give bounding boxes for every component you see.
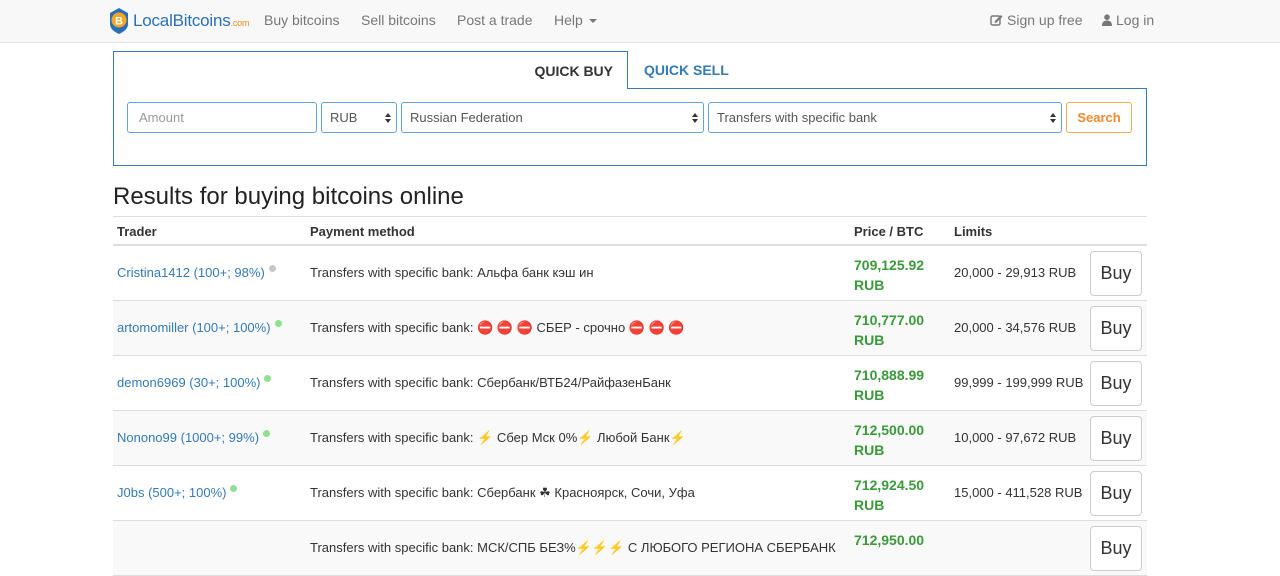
- payment-method-select-value: Transfers with specific bank: [717, 110, 877, 125]
- logo-wordmark: LocalBitcoins.com: [133, 11, 250, 30]
- trader-name: Cristina1412 (100+; 98%): [117, 265, 265, 280]
- trade-limits: 20,000 - 29,913 RUB: [954, 265, 1077, 280]
- trader-name: Nonono99 (1000+; 99%): [117, 430, 260, 445]
- header-limits: Limits: [954, 224, 993, 239]
- select-arrows-icon: [692, 113, 698, 123]
- price-per-btc: 712,500.00 RUB: [854, 420, 924, 460]
- buy-button[interactable]: Buy: [1090, 526, 1142, 571]
- user-icon: [1102, 14, 1112, 26]
- country-select-value: Russian Federation: [410, 110, 523, 125]
- caret-down-icon: [588, 19, 597, 24]
- nav-help-label: Help: [554, 12, 583, 28]
- currency-select[interactable]: RUB: [321, 102, 397, 133]
- tab-divider: [628, 88, 1147, 89]
- table-row: Cristina1412 (100+; 98%) Transfers with s…: [113, 246, 1147, 301]
- table-row: Transfers with specific bank: МСК/СПБ БЕ…: [113, 521, 1147, 576]
- trader-name: artomomiller (100+; 100%): [117, 320, 271, 335]
- price-per-btc: 712,924.50 RUB: [854, 475, 924, 515]
- site-logo[interactable]: B LocalBitcoins.com: [108, 6, 249, 36]
- price-value: 712,924.50: [854, 477, 925, 493]
- payment-method-select[interactable]: Transfers with specific bank: [708, 102, 1062, 133]
- trader-name: demon6969 (30+; 100%): [117, 375, 261, 390]
- payment-method-text: Transfers with specific bank: Сбербанк/В…: [310, 375, 671, 390]
- price-currency: RUB: [854, 442, 885, 458]
- online-status-icon: [274, 320, 282, 327]
- table-row: artomomiller (100+; 100%) Transfers with …: [113, 301, 1147, 356]
- nav-help-dropdown[interactable]: Help: [554, 12, 597, 28]
- svg-text:B: B: [115, 16, 123, 28]
- trader-name: J0bs (500+; 100%): [117, 485, 227, 500]
- trader-link[interactable]: artomomiller (100+; 100%): [117, 320, 282, 335]
- payment-method-text: Transfers with specific bank: ⛔ ⛔ ⛔ СБЕР…: [310, 320, 685, 335]
- select-arrows-icon: [1050, 113, 1056, 123]
- price-value: 709,125.92: [854, 257, 925, 273]
- table-header: Trader Payment method Price / BTC Limits: [113, 216, 1147, 246]
- trade-limits: 15,000 - 411,528 RUB: [954, 485, 1083, 500]
- payment-method-text: Transfers with specific bank: ⚡ Сбер Мск…: [310, 430, 686, 445]
- bitcoin-logo-icon: B: [110, 8, 128, 34]
- quick-trade-panel: QUICK BUY QUICK SELL Amount RUB Russian …: [113, 51, 1147, 166]
- nav-sign-up-label: Sign up free: [1007, 12, 1083, 28]
- price-currency: RUB: [854, 497, 885, 513]
- trader-link[interactable]: Cristina1412 (100+; 98%): [117, 265, 276, 280]
- header-trader: Trader: [117, 224, 157, 239]
- edit-square-icon: [990, 15, 1003, 26]
- top-navbar: B LocalBitcoins.com Buy bitcoins Sell bi…: [0, 0, 1280, 43]
- price-per-btc: 710,888.99 RUB: [854, 365, 924, 405]
- trader-link[interactable]: J0bs (500+; 100%): [117, 485, 238, 500]
- price-per-btc: 710,777.00 RUB: [854, 310, 924, 350]
- price-per-btc: 712,950.00: [854, 530, 924, 550]
- online-status-icon: [268, 265, 276, 272]
- price-currency: RUB: [854, 277, 885, 293]
- price-value: 710,777.00: [854, 312, 925, 328]
- buy-button[interactable]: Buy: [1090, 306, 1142, 351]
- nav-sign-up[interactable]: Sign up free: [990, 12, 1083, 28]
- nav-post-trade[interactable]: Post a trade: [457, 12, 533, 28]
- header-payment-method: Payment method: [310, 224, 415, 239]
- buy-button[interactable]: Buy: [1090, 471, 1142, 516]
- table-row: Nonono99 (1000+; 99%) Transfers with spec…: [113, 411, 1147, 466]
- nav-sell-bitcoins[interactable]: Sell bitcoins: [361, 12, 436, 28]
- currency-select-value: RUB: [330, 110, 358, 125]
- trade-limits: 10,000 - 97,672 RUB: [954, 430, 1077, 445]
- payment-method-text: Transfers with specific bank: МСК/СПБ БЕ…: [310, 540, 836, 555]
- nav-buy-bitcoins[interactable]: Buy bitcoins: [264, 12, 339, 28]
- buy-button[interactable]: Buy: [1090, 251, 1142, 296]
- amount-input[interactable]: Amount: [127, 102, 317, 133]
- select-arrows-icon: [385, 113, 391, 123]
- trader-link[interactable]: Nonono99 (1000+; 99%): [117, 430, 271, 445]
- country-select[interactable]: Russian Federation: [401, 102, 704, 133]
- nav-log-in-label: Log in: [1116, 12, 1155, 28]
- table-row: J0bs (500+; 100%) Transfers with specific…: [113, 466, 1147, 521]
- tab-quick-buy-label: QUICK BUY: [534, 63, 613, 79]
- payment-method-text: Transfers with specific bank: Альфа банк…: [310, 265, 594, 280]
- nav-log-in[interactable]: Log in: [1102, 12, 1154, 28]
- online-status-icon: [263, 430, 271, 437]
- buy-button[interactable]: Buy: [1090, 361, 1142, 406]
- price-currency: RUB: [854, 332, 885, 348]
- payment-method-text: Transfers with specific bank: Сбербанк ☘…: [310, 485, 695, 500]
- online-status-icon: [264, 375, 272, 382]
- table-row: demon6969 (30+; 100%) Transfers with spec…: [113, 356, 1147, 411]
- price-value: 712,950.00: [854, 532, 925, 548]
- price-value: 712,500.00: [854, 422, 925, 438]
- header-price: Price / BTC: [854, 224, 924, 239]
- price-currency: RUB: [854, 387, 885, 403]
- tab-quick-sell[interactable]: QUICK SELL: [644, 62, 729, 78]
- page-title: Results for buying bitcoins online: [113, 183, 464, 210]
- price-per-btc: 709,125.92 RUB: [854, 255, 924, 295]
- trade-limits: 20,000 - 34,576 RUB: [954, 320, 1077, 335]
- buy-button[interactable]: Buy: [1090, 416, 1142, 461]
- trade-limits: 99,999 - 199,999 RUB: [954, 375, 1084, 390]
- trader-link[interactable]: demon6969 (30+; 100%): [117, 375, 272, 390]
- search-button[interactable]: Search: [1066, 102, 1132, 133]
- tab-quick-buy[interactable]: QUICK BUY: [113, 51, 628, 89]
- online-status-icon: [230, 485, 238, 492]
- price-value: 710,888.99: [854, 367, 925, 383]
